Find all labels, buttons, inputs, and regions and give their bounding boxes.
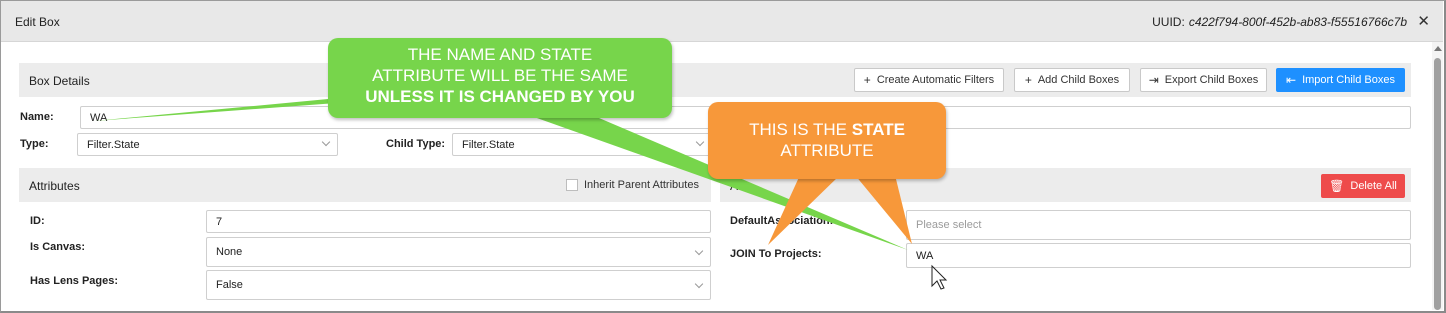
uuid-display: UUID: c422f794-800f-452b-ab83-f55516766c7…: [1152, 15, 1407, 29]
has-lens-pages-label: Has Lens Pages:: [30, 275, 119, 287]
scrollbar-thumb[interactable]: [1434, 58, 1441, 310]
delete-all-label: Delete All: [1350, 180, 1397, 192]
has-lens-pages-select[interactable]: False: [206, 270, 711, 300]
chevron-down-icon: [695, 137, 705, 147]
is-canvas-label: Is Canvas:: [30, 241, 86, 253]
green-callout-line-2: ATTRIBUTE WILL BE THE SAME: [372, 66, 628, 85]
id-label: ID:: [30, 215, 45, 227]
uuid-label: UUID:: [1152, 15, 1185, 29]
plus-icon: +: [863, 73, 871, 87]
child-type-value: Filter.State: [462, 138, 515, 151]
dialog-title: Edit Box: [15, 15, 60, 29]
child-type-select[interactable]: Filter.State: [452, 133, 712, 156]
uuid-value: c422f794-800f-452b-ab83-f55516766c7b: [1188, 15, 1407, 29]
type-select[interactable]: Filter.State: [77, 133, 338, 156]
green-callout: THE NAME AND STATE ATTRIBUTE WILL BE THE…: [328, 38, 672, 118]
type-value: Filter.State: [87, 138, 140, 151]
delete-all-button[interactable]: 🗑 Delete All: [1321, 174, 1405, 198]
orange-callout-line-1-plain: THIS IS THE: [749, 120, 847, 139]
chevron-down-icon: [321, 137, 331, 147]
orange-callout-line-1-bold: STATE: [851, 120, 905, 139]
plus-icon: +: [1024, 73, 1032, 87]
import-child-boxes-label: Import Child Boxes: [1302, 74, 1395, 86]
export-icon: ⇥: [1148, 73, 1159, 87]
default-association-label: DefaultAssociation:: [730, 215, 834, 227]
associations-title: A: [730, 179, 739, 193]
create-automatic-filters-button[interactable]: + Create Automatic Filters: [854, 68, 1004, 92]
id-input[interactable]: 7: [206, 210, 711, 233]
import-child-boxes-button[interactable]: ⇤ Import Child Boxes: [1276, 68, 1405, 92]
orange-callout-line-2: ATTRIBUTE: [780, 141, 874, 160]
id-value: 7: [216, 215, 223, 228]
inherit-parent-attributes-label: Inherit Parent Attributes: [584, 179, 699, 191]
has-lens-pages-value: False: [216, 279, 243, 291]
create-automatic-filters-label: Create Automatic Filters: [876, 74, 995, 86]
join-to-projects-label: JOIN To Projects:: [730, 248, 822, 260]
scroll-up-arrow-icon[interactable]: [1434, 46, 1442, 51]
export-child-boxes-label: Export Child Boxes: [1164, 74, 1259, 86]
orange-callout: THIS IS THE STATE ATTRIBUTE: [708, 102, 946, 179]
vertical-scrollbar[interactable]: [1432, 42, 1443, 310]
name-value: WA: [90, 111, 108, 124]
export-child-boxes-button[interactable]: ⇥ Export Child Boxes: [1140, 68, 1267, 92]
add-child-boxes-button[interactable]: + Add Child Boxes: [1014, 68, 1130, 92]
chevron-down-icon: [694, 279, 704, 289]
attributes-title: Attributes: [29, 179, 80, 193]
join-to-projects-value: WA: [916, 249, 934, 262]
box-details-title: Box Details: [29, 74, 90, 88]
is-canvas-select[interactable]: None: [206, 237, 711, 267]
trash-icon: 🗑: [1329, 179, 1345, 193]
orange-callout-line-1: THIS IS THE STATE: [708, 119, 946, 140]
add-child-boxes-label: Add Child Boxes: [1037, 74, 1120, 86]
child-type-label: Child Type:: [386, 138, 446, 150]
name-label: Name:: [20, 111, 54, 123]
is-canvas-value: None: [216, 246, 243, 258]
inherit-parent-attributes-checkbox[interactable]: [566, 179, 578, 191]
type-label: Type:: [20, 138, 49, 150]
green-callout-line-3: UNLESS IT IS CHANGED BY YOU: [365, 87, 635, 106]
chevron-down-icon: [694, 246, 704, 256]
dialog-header: Edit Box UUID: c422f794-800f-452b-ab83-f5…: [1, 1, 1443, 42]
close-icon[interactable]: ✕: [1417, 12, 1430, 30]
green-callout-line-1: THE NAME AND STATE: [407, 45, 593, 64]
import-icon: ⇤: [1286, 73, 1297, 87]
default-association-placeholder: Please select: [916, 219, 982, 231]
default-association-select[interactable]: Please select: [906, 210, 1411, 240]
join-to-projects-input[interactable]: WA: [906, 243, 1411, 268]
